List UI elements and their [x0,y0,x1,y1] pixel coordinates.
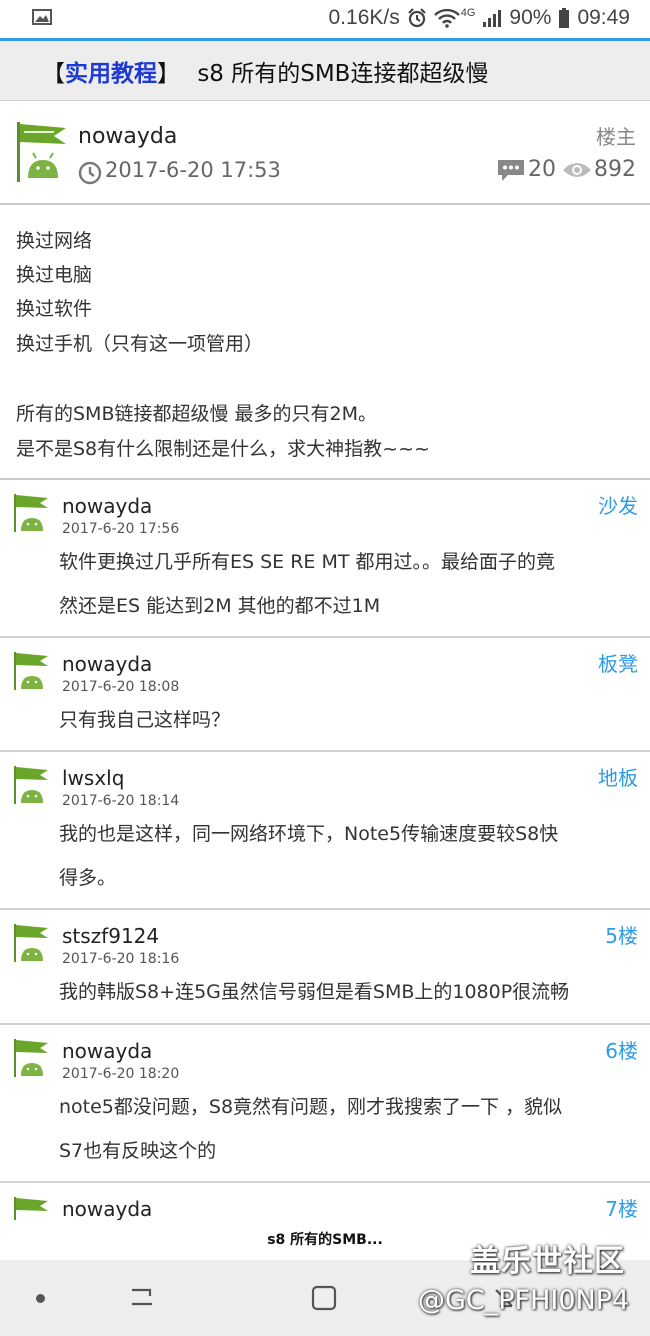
battery-icon [559,8,570,28]
recent-apps-icon[interactable] [128,1284,156,1312]
thread-title-text: s8 所有的SMB连接都超级慢 [197,60,489,87]
battery-percent: 90% [509,6,552,29]
clock-time: 09:49 [577,6,630,29]
op-floor-label: 楼主 [596,125,636,149]
status-bar: 0.16K/s 4G 90% 09:49 [0,0,650,38]
thread-title-bar: 【实用教程】 s8 所有的SMB连接都超级慢 [0,41,650,101]
avatar[interactable] [12,1196,50,1220]
avatar[interactable] [12,765,50,805]
floor-label: 5楼 [605,924,638,948]
floor-label: 地板 [598,766,638,790]
reply-username[interactable]: stszf9124 [62,924,159,948]
reply-count: 20 [528,157,556,182]
op-line: 换过手机（只有这一项管用） [16,333,264,355]
reply-item: nowayda 2017-6-20 18:08 板凳 只有我自己这样吗？ [0,638,650,752]
reply-text: 我的也是这样，同一网络环境下，Note5传输速度要较S8快 [59,823,559,845]
comment-icon [498,159,524,181]
home-icon[interactable] [310,1284,338,1312]
avatar[interactable] [12,1038,50,1078]
op-line: 是不是S8有什么限制还是什么，求大神指教~~~ [16,438,430,460]
reply-time: 2017-6-20 18:08 [62,679,180,695]
op-content: 换过网络 换过电脑 换过软件 换过手机（只有这一项管用） 所有的SMB链接都超级… [0,205,650,480]
op-username[interactable]: nowayda [78,124,177,149]
reply-item: stszf9124 2017-6-20 18:16 5楼 我的韩版S8+连5G虽… [0,910,650,1025]
tag-bracket-open: 【 [42,60,65,87]
reply-item: lwsxlq 2017-6-20 18:14 地板 我的也是这样，同一网络环境下… [0,752,650,910]
alarm-icon [407,8,426,28]
reply-username[interactable]: lwsxlq [62,766,124,790]
reply-text: 然还是ES 能达到2M 其他的都不过1M [59,595,381,617]
watermark-handle: @GC_PFHI0NP4 [418,1285,630,1316]
floor-label: 6楼 [605,1039,638,1063]
op-header: nowayda 2017-6-20 17:53 楼主 20 892 [0,101,650,205]
reply-username[interactable]: nowayda [62,1039,152,1063]
eye-icon [563,162,591,177]
avatar[interactable] [14,120,68,184]
avatar[interactable] [12,493,50,533]
reply-text: 得多。 [59,867,117,889]
avatar[interactable] [12,923,50,963]
clock-icon [78,161,102,185]
floor-label: 7楼 [605,1197,638,1220]
reply-text: S7也有反映这个的 [59,1140,217,1162]
reply-time: 2017-6-20 18:20 [62,1066,180,1082]
reply-text: note5都没问题，S8竟然有问题，刚才我搜索了一下 ，貌似 [59,1096,563,1118]
floor-label: 板凳 [598,652,638,676]
nav-dot-indicator[interactable] [36,1294,45,1303]
thread-tag[interactable]: 实用教程 [65,61,157,87]
network-type: 4G [460,7,476,19]
op-line: 换过电脑 [16,264,93,286]
reply-text: 我的韩版S8+连5G虽然信号弱但是看SMB上的1080P很流畅 [59,981,570,1003]
thread-title: 【实用教程】 s8 所有的SMB连接都超级慢 [42,54,488,88]
op-line: 换过网络 [16,230,93,252]
reply-username[interactable]: nowayda [62,652,152,676]
avatar[interactable] [12,651,50,691]
view-count: 892 [594,157,636,182]
watermark-site: 盖乐世社区 [470,1244,625,1279]
reply-username[interactable]: nowayda [62,494,152,518]
image-notification-icon [32,9,52,25]
reply-time: 2017-6-20 18:16 [62,951,180,967]
op-line: 换过软件 [16,298,93,320]
reply-time: 2017-6-20 17:56 [62,521,180,537]
tag-bracket-close: 】 [157,60,180,87]
wifi-icon [433,8,460,28]
signal-icon [483,10,502,27]
op-line: 所有的SMB链接都超级慢 最多的只有2M。 [16,403,378,425]
floor-label: 沙发 [598,494,638,518]
reply-text: 只有我自己这样吗？ [59,709,231,731]
reply-time: 2017-6-20 18:14 [62,793,180,809]
reply-item: nowayda 7楼 [0,1183,650,1220]
network-speed: 0.16K/s [328,6,400,29]
reply-item: nowayda 2017-6-20 18:20 6楼 note5都没问题，S8竟… [0,1025,650,1183]
op-date: 2017-6-20 17:53 [105,158,281,182]
reply-username[interactable]: nowayda [62,1197,152,1220]
reply-item: nowayda 2017-6-20 17:56 沙发 软件更换过几乎所有ES S… [0,480,650,638]
reply-text: 软件更换过几乎所有ES SE RE MT 都用过。。最给面子的竟 [59,551,555,573]
thread-stats: 20 892 [496,157,636,182]
